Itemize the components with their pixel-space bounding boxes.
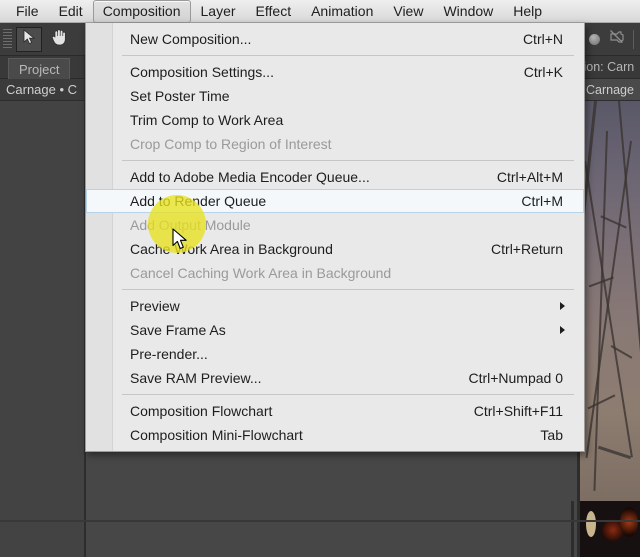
menubar-item-file[interactable]: File [6,0,49,23]
menu-item-trim-comp-to-work-area[interactable]: Trim Comp to Work Area [86,108,584,132]
menubar-item-composition[interactable]: Composition [92,0,191,23]
menu-item-shortcut: Tab [540,427,563,443]
submenu-arrow-icon [560,326,565,334]
menu-item-label: Add to Render Queue [130,193,267,209]
toolbar-separator [633,29,634,49]
menu-item-cancel-caching-work-area-in-background: Cancel Caching Work Area in Background [86,261,584,285]
selection-tool-button[interactable] [16,27,42,52]
panel-divider-right-lower[interactable] [571,501,574,557]
tab-project-label: Project [19,62,60,77]
menu-item-label: Composition Settings... [130,64,274,80]
menubar-item-effect[interactable]: Effect [246,0,302,23]
menu-item-shortcut: Ctrl+Shift+F11 [473,403,563,419]
menu-item-composition-flowchart[interactable]: Composition Flowchart Ctrl+Shift+F11 [86,399,584,423]
menu-item-save-ram-preview[interactable]: Save RAM Preview... Ctrl+Numpad 0 [86,366,584,390]
menubar-item-help[interactable]: Help [503,0,552,23]
menu-item-shortcut: Ctrl+Alt+M [496,169,563,185]
menubar-item-edit[interactable]: Edit [49,0,93,23]
hand-tool-button[interactable] [46,27,72,52]
menu-separator [122,55,574,56]
menu-item-label: Add Output Module [130,217,251,233]
menu-item-preview[interactable]: Preview [86,294,584,318]
composition-viewer-lower-artwork [580,501,640,557]
comp-panel-header: tion: Carn [580,56,640,79]
project-item-row[interactable]: Carnage • C [0,79,84,101]
menu-item-label: Composition Mini-Flowchart [130,427,303,443]
tools-panel-right-group [589,29,634,49]
menu-item-shortcut: Ctrl+Numpad 0 [468,370,563,386]
composition-dropdown-menu: New Composition... Ctrl+N Composition Sett… [85,23,585,452]
menu-item-label: Add to Adobe Media Encoder Queue... [130,169,370,185]
menu-item-new-composition[interactable]: New Composition... Ctrl+N [86,27,584,51]
menu-item-pre-render[interactable]: Pre-render... [86,342,584,366]
menu-item-label: Composition Flowchart [130,403,273,419]
horizontal-panel-divider[interactable] [0,520,640,522]
hand-icon [51,28,68,51]
menu-item-crop-comp-to-region-of-interest: Crop Comp to Region of Interest [86,132,584,156]
menu-item-add-to-adobe-media-encoder-queue[interactable]: Add to Adobe Media Encoder Queue... Ctrl+… [86,165,584,189]
submenu-arrow-icon [560,302,565,310]
menu-item-add-to-render-queue[interactable]: Add to Render Queue Ctrl+M [86,189,584,213]
menubar-item-window[interactable]: Window [433,0,503,23]
comp-panel-header-label: tion: Carn [580,60,635,74]
menu-separator [122,394,574,395]
camera-off-icon[interactable] [609,29,624,49]
menu-item-label: Set Poster Time [130,88,230,104]
menu-item-add-output-module: Add Output Module [86,213,584,237]
menu-item-label: Cache Work Area in Background [130,241,333,257]
menu-item-shortcut: Ctrl+K [523,64,563,80]
menu-item-label: Pre-render... [130,346,208,362]
project-panel-body [0,101,84,557]
sphere-icon[interactable] [589,33,600,45]
menubar-item-layer[interactable]: Layer [191,0,246,23]
menu-item-label: New Composition... [130,31,252,47]
menu-item-shortcut: Ctrl+M [521,193,563,209]
menu-item-label: Save RAM Preview... [130,370,262,386]
menu-item-label: Trim Comp to Work Area [130,112,284,128]
menu-item-shortcut: Ctrl+Return [491,241,563,257]
menu-separator [122,289,574,290]
composition-viewer-artwork [580,101,640,501]
menu-item-label: Preview [130,298,180,314]
menubar-item-view[interactable]: View [383,0,433,23]
menu-item-shortcut: Ctrl+N [522,31,563,47]
menu-item-save-frame-as[interactable]: Save Frame As [86,318,584,342]
arrow-cursor-icon [23,29,36,50]
project-item-label: Carnage • C [6,82,78,97]
application-window: Project Carnage • C tion: Carn Carnage F… [0,0,640,557]
tools-panel-grip[interactable] [3,29,12,49]
tab-carnage[interactable]: Carnage [580,79,640,101]
project-panel-tabbar: Project [0,56,84,79]
menu-item-cache-work-area-in-background[interactable]: Cache Work Area in Background Ctrl+Return [86,237,584,261]
menu-bar: File Edit Composition Layer Effect Anima… [0,0,640,23]
menu-item-composition-mini-flowchart[interactable]: Composition Mini-Flowchart Tab [86,423,584,447]
menu-item-composition-settings[interactable]: Composition Settings... Ctrl+K [86,60,584,84]
tab-project[interactable]: Project [8,58,71,79]
tab-carnage-label: Carnage [586,83,634,97]
menu-item-label: Save Frame As [130,322,226,338]
menu-item-label: Crop Comp to Region of Interest [130,136,332,152]
menu-item-set-poster-time[interactable]: Set Poster Time [86,84,584,108]
menu-item-label: Cancel Caching Work Area in Background [130,265,392,281]
menubar-item-animation[interactable]: Animation [301,0,383,23]
menu-separator [122,160,574,161]
